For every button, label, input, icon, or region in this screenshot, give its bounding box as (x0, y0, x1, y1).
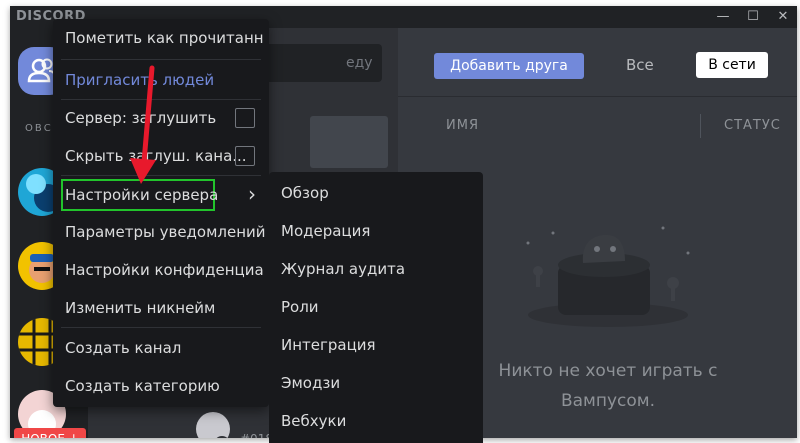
annotation-arrow-overlay (130, 65, 156, 184)
arrow-head-icon (130, 158, 156, 184)
arrow-shaft (141, 65, 155, 165)
